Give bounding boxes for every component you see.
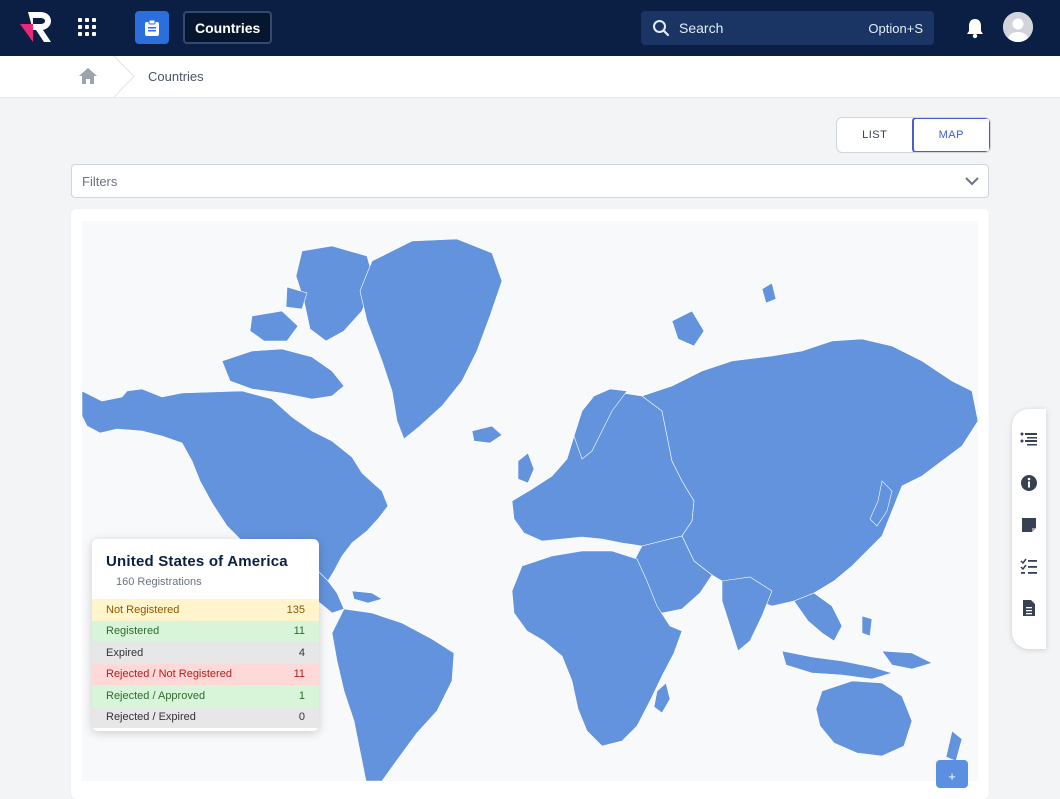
country-tooltip: United States of America 160 Registratio… (92, 539, 319, 731)
right-tool-rail (1012, 409, 1046, 649)
zoom-in-button[interactable]: + (936, 760, 968, 788)
india[interactable] (721, 576, 773, 652)
status-label: Rejected / Approved (106, 689, 206, 702)
status-row-registered: Registered 11 (92, 620, 319, 642)
list-icon[interactable] (1020, 431, 1038, 449)
status-label: Rejected / Not Registered (106, 668, 232, 681)
module-title[interactable]: Countries (183, 11, 273, 44)
checklist-icon[interactable] (1020, 558, 1038, 576)
caribbean-islands[interactable] (351, 590, 383, 604)
chevron-down-icon (965, 177, 979, 186)
status-label: Not Registered (106, 603, 180, 616)
top-bar: Countries Search Option+S (0, 0, 1060, 56)
status-count: 135 (286, 603, 305, 616)
status-count: 11 (293, 668, 305, 681)
status-count: 0 (298, 711, 305, 724)
status-label: Registered (106, 625, 160, 638)
search-icon (653, 20, 670, 37)
filters-dropdown[interactable]: Filters (71, 164, 989, 198)
tooltip-status-list: Not Registered 135 Registered 11 Expired… (92, 599, 319, 728)
status-row-rejected-expired: Rejected / Expired 0 (92, 706, 319, 728)
info-icon[interactable] (1020, 474, 1038, 492)
south-america[interactable] (331, 608, 455, 781)
status-label: Rejected / Expired (106, 711, 196, 724)
status-count: 11 (293, 625, 305, 638)
user-icon (1003, 12, 1033, 42)
list-view-button[interactable]: LIST (837, 118, 913, 152)
user-avatar[interactable] (1003, 12, 1033, 42)
clipboard-icon[interactable] (135, 11, 169, 44)
arctic-island-a[interactable] (249, 310, 299, 342)
search-label: Search (679, 20, 724, 36)
greenland[interactable] (359, 238, 503, 440)
status-row-rejected-not-registered: Rejected / Not Registered 11 (92, 663, 319, 685)
iceland[interactable] (471, 425, 503, 444)
new-zealand[interactable] (945, 730, 963, 762)
status-count: 1 (298, 689, 305, 702)
apps-grid-icon[interactable] (76, 16, 98, 38)
search-bar[interactable]: Search Option+S (641, 11, 934, 45)
search-shortcut: Option+S (868, 20, 923, 36)
status-label: Expired (106, 646, 144, 659)
filters-label: Filters (82, 173, 118, 189)
status-row-not-registered: Not Registered 135 (92, 599, 319, 621)
view-toggle: LIST MAP (836, 117, 991, 153)
notifications-bell-icon[interactable] (965, 17, 985, 39)
document-icon[interactable] (1020, 599, 1038, 617)
breadcrumb-current: Countries (148, 69, 204, 84)
southeast-asia[interactable] (793, 592, 843, 642)
arctic-russia-islands[interactable] (671, 310, 705, 347)
indonesia[interactable] (781, 650, 894, 680)
app-logo-icon[interactable] (18, 10, 54, 44)
breadcrumb: Countries (0, 56, 1060, 98)
status-row-expired: Expired 4 (92, 642, 319, 664)
new-guinea[interactable] (881, 650, 933, 670)
arctic-russia-islands-2[interactable] (761, 282, 777, 304)
philippines[interactable] (861, 615, 873, 637)
home-icon[interactable] (78, 67, 98, 85)
status-row-rejected-approved: Rejected / Approved 1 (92, 685, 319, 707)
tooltip-country-name: United States of America (106, 553, 288, 570)
note-icon[interactable] (1020, 516, 1038, 534)
uk-ireland[interactable] (517, 452, 535, 484)
map-view-button[interactable]: MAP (911, 118, 990, 152)
status-count: 4 (298, 646, 305, 659)
australia[interactable] (815, 680, 913, 757)
tooltip-registrations: 160 Registrations (116, 576, 202, 588)
breadcrumb-separator (113, 56, 135, 97)
